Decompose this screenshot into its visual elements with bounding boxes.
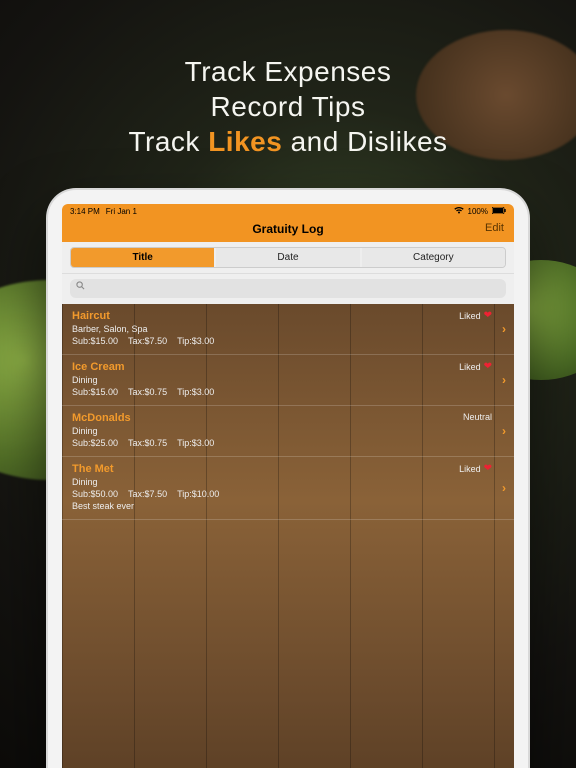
page-title: Gratuity Log [252, 222, 323, 236]
status-bar: 3:14 PM Fri Jan 1 100% [62, 204, 514, 218]
search-icon [76, 281, 85, 292]
headline-accent: Likes [208, 126, 282, 157]
entry-tax: Tax:$0.75 [128, 387, 167, 397]
chevron-right-icon: › [502, 424, 506, 438]
entry-title: The Met [72, 463, 504, 475]
wifi-icon [454, 206, 464, 216]
entry-tax: Tax:$7.50 [128, 489, 167, 499]
app-screen: 3:14 PM Fri Jan 1 100% Gratuity Log Edit [62, 204, 514, 768]
edit-button[interactable]: Edit [485, 222, 504, 234]
entry-amounts: Sub:$50.00 Tax:$7.50 Tip:$10.00 [72, 489, 504, 499]
heart-icon: ❤ [484, 310, 492, 321]
entry-category: Dining [72, 375, 504, 385]
entry-category: Dining [72, 426, 504, 436]
entry-tip: Tip:$3.00 [177, 336, 214, 346]
list-item[interactable]: Liked❤The Met Dining Sub:$50.00 Tax:$7.50 Ti… [62, 457, 514, 520]
status-date: Fri Jan 1 [106, 207, 137, 216]
entry-amounts: Sub:$25.00 Tax:$0.75 Tip:$3.00 [72, 438, 504, 448]
entry-sub: Sub:$25.00 [72, 438, 118, 448]
segment-date[interactable]: Date [216, 248, 359, 267]
entry-tax: Tax:$0.75 [128, 438, 167, 448]
status-badge: Liked❤ [459, 463, 492, 474]
list-item[interactable]: Liked❤Ice Cream Dining Sub:$15.00 Tax:$0.75… [62, 355, 514, 406]
nav-bar: Gratuity Log Edit [62, 218, 514, 242]
segment-category[interactable]: Category [362, 248, 505, 267]
entry-tax: Tax:$7.50 [128, 336, 167, 346]
entry-title: McDonalds [72, 412, 504, 424]
segment-title[interactable]: Title [71, 248, 214, 267]
search-wrap [62, 274, 514, 304]
list-item[interactable]: Liked❤Haircut Barber, Salon, Spa Sub:$15.0… [62, 304, 514, 355]
status-badge: Liked❤ [459, 361, 492, 372]
entry-category: Dining [72, 477, 504, 487]
entry-title: Haircut [72, 310, 504, 322]
headline: Track Expenses Record Tips Track Likes a… [0, 0, 576, 159]
heart-icon: ❤ [484, 361, 492, 372]
status-battery-pct: 100% [468, 207, 488, 216]
headline-line-2: Record Tips [0, 89, 576, 124]
promo-background: Track Expenses Record Tips Track Likes a… [0, 0, 576, 768]
battery-icon [492, 207, 506, 216]
chevron-right-icon: › [502, 373, 506, 387]
entries-list[interactable]: Liked❤HaircutBarber, Salon, SpaSub:$15.0… [62, 304, 514, 768]
status-label: Neutral [463, 412, 492, 422]
entry-title: Ice Cream [72, 361, 504, 373]
entry-sub: Sub:$15.00 [72, 387, 118, 397]
chevron-right-icon: › [502, 481, 506, 495]
status-badge: Neutral [463, 412, 492, 422]
chevron-right-icon: › [502, 322, 506, 336]
segmented-control: Title Date Category [62, 242, 514, 274]
entry-tip: Tip:$3.00 [177, 438, 214, 448]
status-time: 3:14 PM [70, 207, 100, 216]
entry-tip: Tip:$3.00 [177, 387, 214, 397]
heart-icon: ❤ [484, 463, 492, 474]
entry-tip: Tip:$10.00 [177, 489, 219, 499]
entry-amounts: Sub:$15.00 Tax:$7.50 Tip:$3.00 [72, 336, 504, 346]
entry-sub: Sub:$50.00 [72, 489, 118, 499]
headline-line-3: Track Likes and Dislikes [0, 124, 576, 159]
entry-sub: Sub:$15.00 [72, 336, 118, 346]
status-badge: Liked❤ [459, 310, 492, 321]
search-input[interactable] [70, 279, 506, 298]
headline-line-1: Track Expenses [0, 54, 576, 89]
status-label: Liked [459, 362, 481, 372]
entry-note: Best steak ever [72, 501, 504, 511]
list-item[interactable]: NeutralMcDonalds Dining Sub:$25.00 Tax:$0.7… [62, 406, 514, 457]
entry-amounts: Sub:$15.00 Tax:$0.75 Tip:$3.00 [72, 387, 504, 397]
tablet-frame: 3:14 PM Fri Jan 1 100% Gratuity Log Edit [48, 190, 528, 768]
entry-category: Barber, Salon, Spa [72, 324, 504, 334]
status-label: Liked [459, 311, 481, 321]
status-label: Liked [459, 464, 481, 474]
